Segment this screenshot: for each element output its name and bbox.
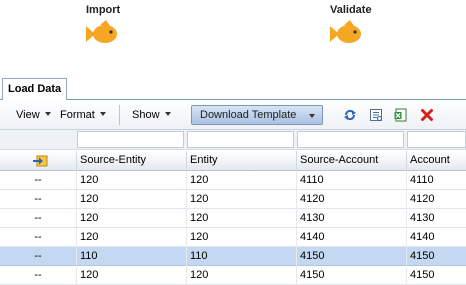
account-cell: 4140 xyxy=(406,228,466,247)
show-menu[interactable]: Show xyxy=(132,108,171,122)
format-menu[interactable]: Format xyxy=(60,108,106,122)
status-cell: -- xyxy=(34,193,42,205)
excel-export-icon[interactable] xyxy=(394,108,408,122)
table-row-selected[interactable]: -- 110 110 4150 4150 xyxy=(0,247,466,266)
source-entity-header[interactable]: Source-Entity xyxy=(76,151,186,171)
source-account-filter[interactable] xyxy=(297,131,404,148)
view-menu[interactable]: View xyxy=(16,108,51,122)
entity-cell: 120 xyxy=(186,228,296,247)
table-row[interactable]: -- 120 120 4120 4120 xyxy=(0,190,466,209)
chevron-down-icon xyxy=(309,114,315,118)
source-account-cell: 4150 xyxy=(296,266,406,285)
chevron-down-icon xyxy=(99,112,106,116)
step-import-label: Import xyxy=(86,4,121,16)
source-account-cell: 4150 xyxy=(296,247,406,266)
entity-filter[interactable] xyxy=(187,131,294,148)
chevron-down-icon xyxy=(164,112,171,116)
entity-cell: 120 xyxy=(186,171,296,190)
account-filter[interactable] xyxy=(407,131,466,148)
entity-cell: 110 xyxy=(186,247,296,266)
source-account-header[interactable]: Source-Account xyxy=(296,151,406,171)
tab-load-data[interactable]: Load Data xyxy=(2,78,68,100)
step-validate-label: Validate xyxy=(330,4,372,16)
source-entity-cell: 110 xyxy=(76,247,186,266)
account-cell: 4130 xyxy=(406,209,466,228)
status-cell: -- xyxy=(34,269,42,281)
table-row[interactable]: -- 120 120 4150 4150 xyxy=(0,266,466,285)
show-menu-label: Show xyxy=(132,109,160,121)
source-entity-cell: 120 xyxy=(76,266,186,285)
download-template-label: Download Template xyxy=(200,109,297,121)
status-cell: -- xyxy=(34,174,42,186)
filter-row xyxy=(0,130,466,150)
chevron-down-icon xyxy=(44,112,51,116)
account-cell: 4120 xyxy=(406,190,466,209)
tab-bar: Load Data xyxy=(0,78,466,100)
source-account-cell: 4110 xyxy=(296,171,406,190)
import-arrow-icon xyxy=(33,155,48,167)
table-row[interactable]: -- 120 120 4140 4140 xyxy=(0,228,466,247)
entity-cell: 120 xyxy=(186,209,296,228)
toolbar: View Format Show Download Template xyxy=(0,100,466,130)
delete-icon[interactable] xyxy=(420,108,434,122)
source-entity-filter[interactable] xyxy=(77,131,184,148)
source-entity-cell: 120 xyxy=(76,190,186,209)
source-entity-cell: 120 xyxy=(76,228,186,247)
account-cell: 4110 xyxy=(406,171,466,190)
report-icon[interactable] xyxy=(369,108,383,122)
source-account-cell: 4140 xyxy=(296,228,406,247)
account-cell: 4150 xyxy=(406,266,466,285)
table-row[interactable]: -- 120 120 4130 4130 xyxy=(0,209,466,228)
toolbar-divider xyxy=(119,105,120,125)
source-account-cell: 4120 xyxy=(296,190,406,209)
table-row[interactable]: -- 120 120 4110 4110 xyxy=(0,171,466,190)
status-column-header[interactable] xyxy=(0,151,76,171)
account-header[interactable]: Account xyxy=(406,151,466,171)
source-entity-cell: 120 xyxy=(76,209,186,228)
source-account-cell: 4130 xyxy=(296,209,406,228)
status-cell: -- xyxy=(34,212,42,224)
fish-icon xyxy=(330,20,361,43)
view-menu-label: View xyxy=(16,109,40,121)
refresh-icon[interactable] xyxy=(343,108,357,122)
account-cell: 4150 xyxy=(406,247,466,266)
fish-icon xyxy=(86,20,117,43)
entity-header[interactable]: Entity xyxy=(186,151,296,171)
format-menu-label: Format xyxy=(60,109,95,121)
status-cell: -- xyxy=(34,231,42,243)
table-header: Source-Entity Entity Source-Account Acco… xyxy=(0,151,466,171)
source-entity-cell: 120 xyxy=(76,171,186,190)
status-cell: -- xyxy=(34,250,42,262)
entity-cell: 120 xyxy=(186,266,296,285)
download-template-button[interactable]: Download Template xyxy=(191,105,323,125)
entity-cell: 120 xyxy=(186,190,296,209)
